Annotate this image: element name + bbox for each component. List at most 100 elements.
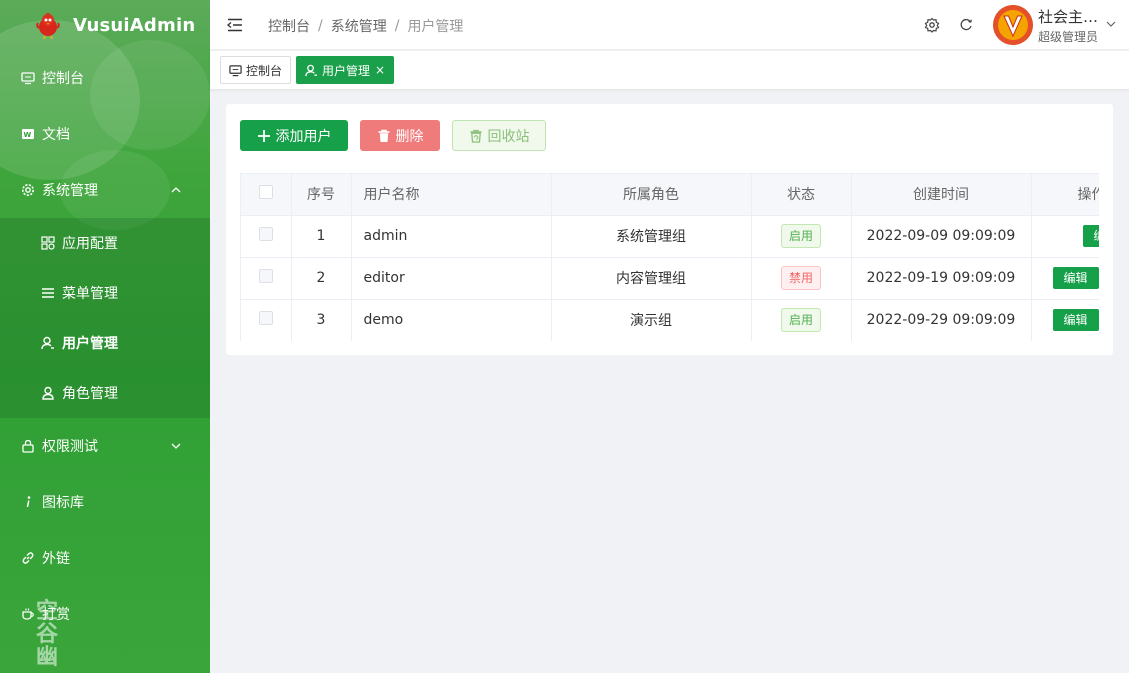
sidebar: VusuiAdmin 控制台 W 文档 系统管理 应用配置 菜单管理 用户管理 … xyxy=(0,0,210,673)
tab-dashboard[interactable]: 控制台 xyxy=(220,56,292,84)
cell-role: 演示组 xyxy=(551,299,752,341)
column-header-status: 状态 xyxy=(751,174,852,216)
cell-username: demo xyxy=(351,299,552,341)
link-icon xyxy=(20,550,36,566)
top-header: 控制台 / 系统管理 / 用户管理 社会主… 超级管理员 xyxy=(210,0,1129,50)
sidebar-subitem-label: 应用配置 xyxy=(62,236,118,252)
user-avatar[interactable] xyxy=(993,5,1033,45)
sidebar-item-icons[interactable]: 图标库 xyxy=(0,474,210,530)
refresh-icon[interactable] xyxy=(958,17,974,33)
sidebar-item-label: 文档 xyxy=(42,127,70,143)
user-role-icon xyxy=(40,385,56,401)
bird-logo-icon xyxy=(33,10,63,40)
sidebar-item-docs[interactable]: W 文档 xyxy=(0,106,210,162)
sidebar-item-label: 系统管理 xyxy=(42,183,98,199)
user-management-panel: 添加用户 删除 回收站 序号 用户名称 所属角色 状态 创建时间 操 1 adm… xyxy=(226,104,1113,355)
settings-gear-icon[interactable] xyxy=(924,17,940,33)
cell-no: 2 xyxy=(291,257,352,300)
cell-created: 2022-09-29 09:09:09 xyxy=(851,299,1032,341)
user-name[interactable]: 社会主… xyxy=(1038,6,1108,27)
recycle-bin-label: 回收站 xyxy=(487,128,530,145)
table-row: 1 admin 系统管理组 启用 2022-09-09 09:09:09 编辑 xyxy=(241,215,1099,258)
recycle-bin-button[interactable]: 回收站 xyxy=(452,120,546,151)
status-badge: 禁用 xyxy=(780,266,821,290)
sidebar-item-external-link[interactable]: 外链 xyxy=(0,530,210,586)
breadcrumb: 控制台 / 系统管理 / 用户管理 xyxy=(268,16,463,36)
sidebar-item-label: 控制台 xyxy=(42,71,84,87)
app-logo-text: VusuiAdmin xyxy=(73,14,196,36)
breadcrumb-item-dashboard[interactable]: 控制台 xyxy=(268,16,310,36)
select-all-checkbox[interactable] xyxy=(258,185,273,200)
sidebar-item-system[interactable]: 系统管理 xyxy=(0,162,210,218)
column-header-role: 所属角色 xyxy=(551,174,752,216)
select-all-cell xyxy=(241,174,292,216)
user-table: 序号 用户名称 所属角色 状态 创建时间 操作 1 admin 系统管理组 启用… xyxy=(240,173,1099,341)
app-logo[interactable]: VusuiAdmin xyxy=(0,0,210,50)
table-row: 2 editor 内容管理组 禁用 2022-09-19 09:09:09 编辑 xyxy=(241,257,1099,300)
user-icon xyxy=(305,64,318,77)
column-header-created: 创建时间 xyxy=(851,174,1032,216)
row-checkbox[interactable] xyxy=(258,269,273,283)
sidebar-subitem-users[interactable]: 用户管理 xyxy=(0,318,210,368)
cell-no: 1 xyxy=(291,215,352,258)
breadcrumb-separator: / xyxy=(318,18,323,34)
user-icon xyxy=(40,335,56,351)
table-row: 3 demo 演示组 启用 2022-09-29 09:09:09 编辑 xyxy=(241,299,1099,341)
row-checkbox[interactable] xyxy=(258,227,273,241)
close-icon[interactable]: × xyxy=(375,63,385,77)
column-header-username: 用户名称 xyxy=(351,174,552,216)
sidebar-subitem-menu[interactable]: 菜单管理 xyxy=(0,268,210,318)
edit-button[interactable]: 编辑 xyxy=(1082,225,1099,247)
add-user-label: 添加用户 xyxy=(275,128,332,145)
coffee-icon xyxy=(20,606,36,622)
sidebar-item-dashboard[interactable]: 控制台 xyxy=(0,50,210,106)
cell-no: 3 xyxy=(291,299,352,341)
sidebar-item-label: 外链 xyxy=(42,551,70,567)
cell-actions: 编辑 xyxy=(1031,257,1099,300)
sidebar-item-donate[interactable]: 打赏 xyxy=(0,586,210,642)
gear-icon xyxy=(20,182,36,198)
tab-label: 控制台 xyxy=(246,63,283,78)
cell-username: admin xyxy=(351,215,552,258)
cell-role: 系统管理组 xyxy=(551,215,752,258)
cell-actions: 编辑 xyxy=(1031,215,1099,258)
sidebar-item-label: 图标库 xyxy=(42,495,84,511)
recycle-bin-icon xyxy=(469,129,483,143)
user-role: 超级管理员 xyxy=(1038,30,1099,44)
apps-icon xyxy=(40,235,56,251)
row-select-cell xyxy=(241,299,292,341)
word-doc-icon: W xyxy=(20,126,36,142)
breadcrumb-item-system[interactable]: 系统管理 xyxy=(331,16,387,36)
row-select-cell xyxy=(241,257,292,300)
sidebar-subitem-roles[interactable]: 角色管理 xyxy=(0,368,210,418)
sidebar-subitem-app-config[interactable]: 应用配置 xyxy=(0,218,210,268)
trash-icon xyxy=(377,129,391,143)
row-checkbox[interactable] xyxy=(258,311,273,325)
info-icon xyxy=(20,494,36,510)
breadcrumb-separator: / xyxy=(394,18,400,34)
sidebar-subitem-label: 角色管理 xyxy=(62,386,118,402)
svg-text:W: W xyxy=(24,131,32,139)
column-header-actions: 操作 xyxy=(1031,174,1099,216)
monitor-icon xyxy=(229,64,242,77)
lock-icon xyxy=(20,438,36,454)
chevron-down-icon[interactable] xyxy=(1105,18,1117,30)
sidebar-item-permission-test[interactable]: 权限测试 xyxy=(0,418,210,474)
edit-button[interactable]: 编辑 xyxy=(1052,309,1099,331)
add-user-button[interactable]: 添加用户 xyxy=(240,120,348,151)
tabs-bar: 控制台 用户管理 × xyxy=(210,51,1129,90)
cell-username: editor xyxy=(351,257,552,300)
status-badge: 启用 xyxy=(780,308,821,332)
cell-role: 内容管理组 xyxy=(551,257,752,300)
row-select-cell xyxy=(241,215,292,258)
menu-collapse-icon[interactable] xyxy=(226,16,244,34)
delete-button[interactable]: 删除 xyxy=(360,120,440,151)
plus-icon xyxy=(257,129,271,143)
cell-actions: 编辑 xyxy=(1031,299,1099,341)
edit-button[interactable]: 编辑 xyxy=(1052,267,1099,289)
tab-user-management[interactable]: 用户管理 × xyxy=(296,56,395,84)
cell-created: 2022-09-09 09:09:09 xyxy=(851,215,1032,258)
sidebar-subitem-label: 菜单管理 xyxy=(62,286,118,302)
delete-label: 删除 xyxy=(395,128,424,145)
list-icon xyxy=(40,285,56,301)
